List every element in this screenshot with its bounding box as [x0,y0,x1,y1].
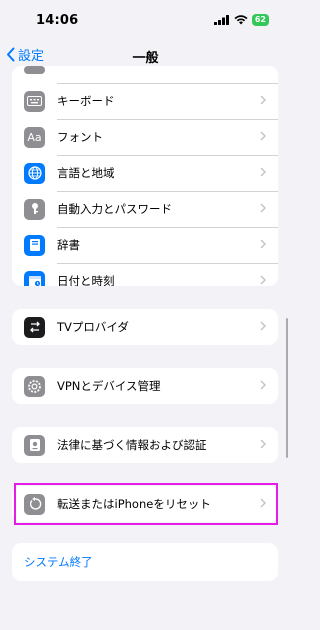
list-item-label: TVプロバイダ [57,320,129,334]
chevron-right-icon [260,131,266,141]
tv-provider-group: TVプロバイダ [12,309,278,345]
list-item-label: 法律に基づく情報および認証 [57,438,207,452]
dictionary-icon [24,234,45,256]
partial-icon [24,66,45,74]
chevron-right-icon [260,167,266,177]
list-item-language-region[interactable]: 言語と地域 [12,155,278,191]
page-title: 一般 [132,50,159,66]
chevron-right-icon [260,239,266,249]
list-item-tv-provider[interactable]: TVプロバイダ [12,309,278,345]
autofill-key-icon [24,198,45,220]
list-item-label: VPNとデバイス管理 [57,379,161,393]
keyboard-icon [24,90,45,112]
list-item-keyboard[interactable]: キーボード [12,83,278,119]
reset-group: 転送またはiPhoneをリセット [12,486,278,522]
chevron-left-icon [7,47,15,62]
chevron-right-icon [260,275,266,285]
status-time: 14:06 [36,12,79,28]
back-label: 設定 [18,49,45,64]
certificate-icon [24,434,45,456]
status-bar: 14:06 62 [0,0,291,40]
back-button[interactable]: 設定 [6,45,44,64]
list-item-label: 転送またはiPhoneをリセット [57,497,211,511]
chevron-right-icon [260,321,266,331]
list-item-vpn-device-management[interactable]: VPNとデバイス管理 [12,368,278,404]
list-item-font[interactable]: Aa フォント [12,119,278,155]
list-item-label: フォント [57,130,103,144]
chevron-right-icon [260,203,266,213]
cellular-signal-icon [213,15,229,25]
list-item-label: 自動入力とパスワード [57,202,172,216]
list-item-autofill-passwords[interactable]: 自動入力とパスワード [12,191,278,227]
list-item-legal-regulatory[interactable]: 法律に基づく情報および認証 [12,427,278,463]
calendar-clock-icon [24,270,45,286]
tv-provider-icon [24,316,45,338]
chevron-right-icon [260,95,266,105]
list-item-transfer-reset-iphone[interactable]: 転送またはiPhoneをリセット [12,486,278,522]
general-settings-group: キーボード Aa フォント 言語と地域 自動入力とパスワード 辞書 日付と時刻 [12,66,278,286]
chevron-right-icon [260,380,266,390]
legal-group: 法律に基づく情報および認証 [12,427,278,463]
battery-indicator: 62 [251,14,269,26]
globe-icon [24,162,45,184]
shutdown-button[interactable]: システム終了 [12,543,278,581]
status-icons: 62 [213,14,269,26]
list-item-partial[interactable] [12,66,278,83]
chevron-right-icon [260,439,266,449]
list-item-label: キーボード [57,94,115,108]
list-item-dictionary[interactable]: 辞書 [12,227,278,263]
scrollbar[interactable] [285,318,288,458]
shutdown-label: システム終了 [24,555,93,569]
font-icon: Aa [24,126,45,148]
gear-icon [24,375,45,397]
list-item-label: 日付と時刻 [57,274,115,286]
chevron-right-icon [260,498,266,508]
list-item-label: 辞書 [57,238,80,252]
list-item-date-time[interactable]: 日付と時刻 [12,263,278,286]
wifi-icon [234,15,248,25]
reset-icon [24,493,45,515]
vpn-group: VPNとデバイス管理 [12,368,278,404]
list-item-label: 言語と地域 [57,166,115,180]
